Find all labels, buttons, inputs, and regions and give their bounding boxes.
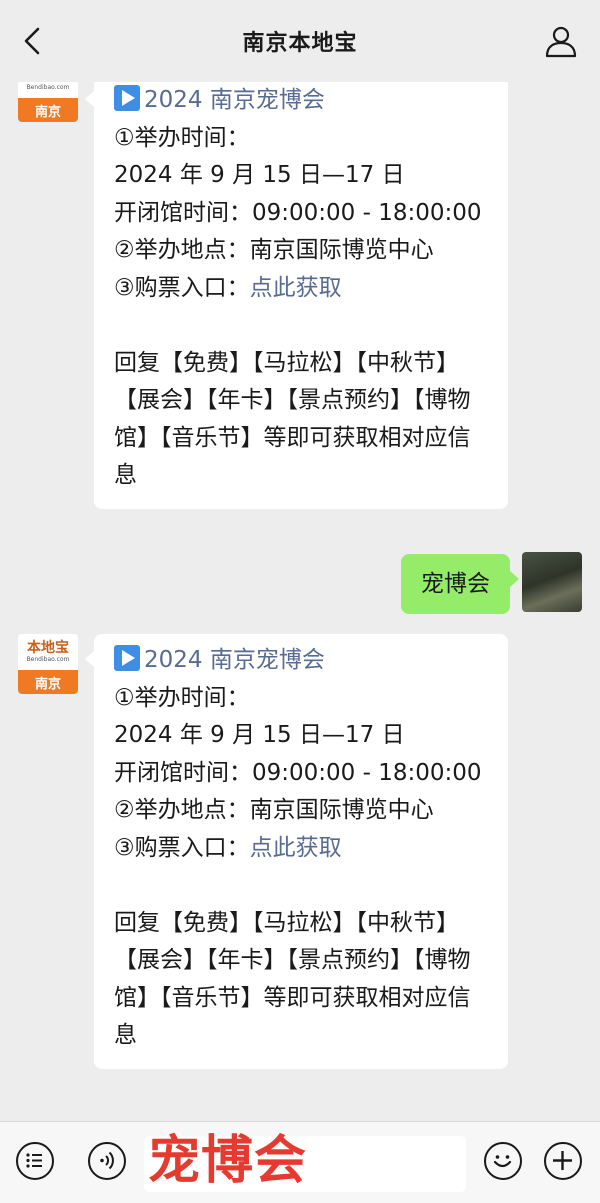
emoji-icon[interactable]	[484, 1142, 522, 1180]
ticket-link[interactable]: 点此获取	[250, 275, 342, 301]
list-menu-icon[interactable]	[16, 1142, 54, 1180]
event-location: ②举办地点：南京国际博览中心	[114, 237, 434, 263]
logo-text: 本地宝	[27, 640, 69, 656]
event-time-label: ①举办时间：	[114, 684, 250, 711]
user-avatar[interactable]	[522, 552, 582, 612]
play-icon	[114, 85, 140, 111]
bot-avatar[interactable]: 本地宝 Bendibao.com 南京	[18, 634, 78, 694]
ticket-entry: ③购票入口：点此获取	[114, 274, 342, 301]
event-dates: 2024 年 9 月 15 日—17 日	[114, 162, 405, 188]
input-text: 宠博会	[148, 1130, 308, 1191]
opening-hours: 开闭馆时间：09:00:00 - 18:00:00	[114, 759, 482, 786]
opening-hours: 开闭馆时间：09:00:00 - 18:00:00	[114, 199, 482, 226]
input-bar: 宠博会	[0, 1121, 600, 1203]
ticket-link[interactable]: 点此获取	[250, 835, 342, 861]
ticket-entry: ③购票入口：点此获取	[114, 834, 342, 861]
bot-message-bubble[interactable]: 2024 南京宠博会 ①举办时间： 2024 年 9 月 15 日—17 日 开…	[85, 634, 508, 1069]
play-icon	[114, 645, 140, 671]
logo-city: 南京	[18, 98, 78, 122]
user-message-bubble[interactable]: 宠博会	[401, 554, 519, 614]
chevron-left-icon[interactable]	[18, 26, 48, 56]
reply-keywords: 回复【免费】【马拉松】【中秋节】【展会】【年卡】【景点预约】【博物馆】【音乐节】…	[114, 909, 471, 1049]
plus-icon[interactable]	[544, 1142, 582, 1180]
logo-url: Bendibao.com	[26, 656, 70, 663]
reply-keywords: 回复【免费】【马拉松】【中秋节】【展会】【年卡】【景点预约】【博物馆】【音乐节】…	[114, 349, 471, 489]
chat-area[interactable]: 本地宝 Bendibao.com 南京 2024 南京宠博会 ①举办时间： 20…	[0, 82, 600, 1122]
message-heading: 2024 南京宠博会	[114, 642, 488, 680]
chat-title: 南京本地宝	[242, 31, 358, 56]
logo-url: Bendibao.com	[26, 84, 70, 91]
person-icon[interactable]	[544, 24, 578, 58]
bot-message-bubble[interactable]: 2024 南京宠博会 ①举办时间： 2024 年 9 月 15 日—17 日 开…	[85, 82, 508, 509]
event-time-label: ①举办时间：	[114, 124, 250, 151]
top-bar: 南京本地宝	[0, 0, 600, 82]
event-location: ②举办地点：南京国际博览中心	[114, 797, 434, 823]
logo-city: 南京	[18, 670, 78, 694]
event-dates: 2024 年 9 月 15 日—17 日	[114, 722, 405, 748]
voice-icon[interactable]	[88, 1142, 126, 1180]
message-heading: 2024 南京宠博会	[114, 82, 488, 120]
bot-avatar[interactable]: 本地宝 Bendibao.com 南京	[18, 82, 78, 122]
